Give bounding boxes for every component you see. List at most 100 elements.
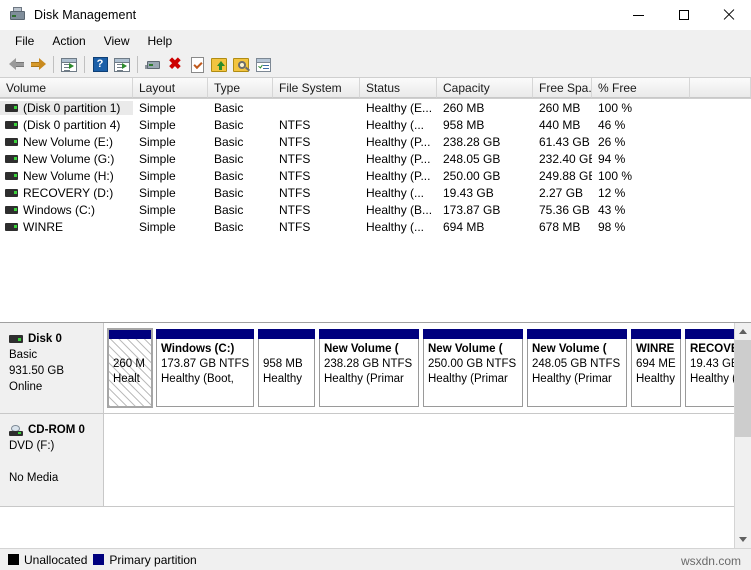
scroll-up-button[interactable] [735, 323, 751, 340]
forward-button[interactable] [27, 54, 49, 76]
table-row[interactable]: RECOVERY (D:)SimpleBasicNTFSHealthy (...… [0, 184, 751, 201]
cell-type: Basic [208, 135, 273, 149]
menu-item-file[interactable]: File [6, 32, 43, 50]
column-header-status[interactable]: Status [360, 78, 437, 98]
menu-item-view[interactable]: View [95, 32, 139, 50]
partition-size: 694 ME [636, 357, 676, 372]
menu-item-action[interactable]: Action [43, 32, 94, 50]
cell-file-system: NTFS [273, 152, 360, 166]
partition-title: Windows (C:) [161, 342, 249, 357]
cell-volume: WINRE [0, 220, 133, 234]
partition-block[interactable]: New Volume (250.00 GB NTFSHealthy (Prima… [423, 329, 523, 407]
volume-list: Volume Layout Type File System Status Ca… [0, 78, 751, 323]
volume-name: (Disk 0 partition 1) [23, 101, 120, 115]
partition-size: 260 M [113, 357, 147, 372]
cell-free-space: 249.88 GB [533, 169, 592, 183]
table-row[interactable]: (Disk 0 partition 4)SimpleBasicNTFSHealt… [0, 116, 751, 133]
cell-status: Healthy (... [360, 186, 437, 200]
partition-block[interactable]: New Volume (238.28 GB NTFSHealthy (Prima… [319, 329, 419, 407]
partition-color-bar [319, 329, 419, 339]
column-header-type[interactable]: Type [208, 78, 273, 98]
cell-layout: Simple [133, 186, 208, 200]
delete-button[interactable]: ✖ [164, 54, 186, 76]
cell-capacity: 694 MB [437, 220, 533, 234]
partition-block[interactable]: New Volume (248.05 GB NTFSHealthy (Prima… [527, 329, 627, 407]
window-title: Disk Management [34, 8, 136, 22]
minimize-button[interactable] [616, 0, 661, 30]
column-header-free-space[interactable]: Free Spa... [533, 78, 592, 98]
table-row[interactable]: New Volume (G:)SimpleBasicNTFSHealthy (P… [0, 150, 751, 167]
cell-volume: New Volume (G:) [0, 152, 133, 166]
column-header-percent-free[interactable]: % Free [592, 78, 690, 98]
cell-status: Healthy (P... [360, 152, 437, 166]
disk-info-panel[interactable]: Disk 0Basic931.50 GBOnline [0, 323, 104, 413]
cell-percent-free: 12 % [592, 186, 690, 200]
cell-type: Basic [208, 186, 273, 200]
partition-block[interactable]: WINRE694 MEHealthy [631, 329, 681, 407]
close-icon [723, 9, 735, 21]
volume-icon [5, 206, 18, 214]
table-row[interactable]: WINRESimpleBasicNTFSHealthy (...694 MB67… [0, 218, 751, 235]
rescan-disks-button[interactable] [186, 54, 208, 76]
graphical-view-scrollbar[interactable] [734, 323, 751, 548]
table-row[interactable]: New Volume (E:)SimpleBasicNTFSHealthy (P… [0, 133, 751, 150]
scrollbar-thumb[interactable] [735, 340, 751, 437]
volume-icon [5, 223, 18, 231]
partition-block[interactable]: Windows (C:)173.87 GB NTFSHealthy (Boot, [156, 329, 254, 407]
partition-size: 173.87 GB NTFS [161, 357, 249, 372]
explore-volume-button[interactable] [230, 54, 252, 76]
help-button[interactable]: ? [89, 54, 111, 76]
cell-free-space: 2.27 GB [533, 186, 592, 200]
disk-name-label: CD-ROM 0 [28, 422, 85, 438]
show-hide-console-tree-button[interactable] [58, 54, 80, 76]
column-header-layout[interactable]: Layout [133, 78, 208, 98]
partition-block[interactable]: RECOVERY19.43 GB NTIHealthy (OEI [685, 329, 734, 407]
table-row[interactable]: Windows (C:)SimpleBasicNTFSHealthy (B...… [0, 201, 751, 218]
disk-info-panel[interactable]: CD-ROM 0DVD (F:)No Media [0, 414, 104, 506]
unallocated-swatch-icon [8, 554, 19, 565]
close-button[interactable] [706, 0, 751, 30]
column-header-capacity[interactable]: Capacity [437, 78, 533, 98]
show-hide-action-pane-button[interactable] [111, 54, 133, 76]
cell-status: Healthy (P... [360, 135, 437, 149]
cell-percent-free: 94 % [592, 152, 690, 166]
partition-details: New Volume (248.05 GB NTFSHealthy (Prima… [527, 339, 627, 407]
cell-volume: Windows (C:) [0, 203, 133, 217]
disk-status: No Media [9, 470, 103, 486]
empty-media-area [104, 414, 734, 506]
cell-status: Healthy (... [360, 118, 437, 132]
volume-list-header: Volume Layout Type File System Status Ca… [0, 78, 751, 99]
disk-name: CD-ROM 0 [9, 422, 103, 438]
maximize-button[interactable] [661, 0, 706, 30]
graphical-view-content: Disk 0Basic931.50 GBOnline 260 MHealtWin… [0, 323, 734, 548]
partition-block[interactable]: 260 MHealt [108, 329, 152, 407]
scrollbar-track[interactable] [735, 340, 751, 531]
cell-capacity: 958 MB [437, 118, 533, 132]
partition-status: Healthy (OEI [690, 372, 734, 387]
partition-color-bar [108, 329, 152, 339]
scroll-down-button[interactable] [735, 531, 751, 548]
cell-status: Healthy (E... [360, 101, 437, 115]
table-row[interactable]: New Volume (H:)SimpleBasicNTFSHealthy (P… [0, 167, 751, 184]
menu-item-help[interactable]: Help [139, 32, 182, 50]
menu-bar: File Action View Help [0, 30, 751, 52]
partition-block[interactable]: 958 MBHealthy [258, 329, 315, 407]
explore-volume-icon [233, 58, 249, 72]
back-button[interactable] [5, 54, 27, 76]
properties-pane-button[interactable] [252, 54, 274, 76]
partition-color-bar [527, 329, 627, 339]
partition-title: WINRE [636, 342, 676, 357]
column-header-file-system[interactable]: File System [273, 78, 360, 98]
cd-rom-icon [9, 425, 23, 436]
hard-disk-icon [9, 335, 23, 343]
cell-status: Healthy (... [360, 220, 437, 234]
disk-properties-button[interactable] [142, 54, 164, 76]
cell-percent-free: 46 % [592, 118, 690, 132]
extend-volume-button[interactable] [208, 54, 230, 76]
watermark: wsxdn.com [681, 554, 741, 568]
column-header-volume[interactable]: Volume [0, 78, 133, 98]
table-row[interactable]: (Disk 0 partition 1)SimpleBasicHealthy (… [0, 99, 751, 116]
forward-icon [31, 58, 46, 71]
cell-capacity: 238.28 GB [437, 135, 533, 149]
help-icon: ? [93, 57, 108, 72]
